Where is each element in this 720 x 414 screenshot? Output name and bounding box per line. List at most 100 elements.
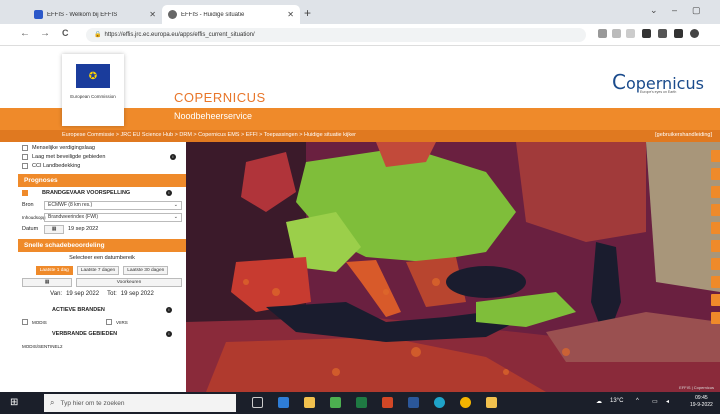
profile-icon[interactable] <box>690 29 699 38</box>
calendar-icon[interactable]: ▦ <box>44 224 64 234</box>
map-tool-button[interactable] <box>711 222 720 234</box>
checkbox[interactable] <box>22 190 28 196</box>
viirs-checkbox[interactable] <box>106 319 112 325</box>
layer-sidebar: Menselijke verdigingslaag Laag met bevei… <box>18 142 186 392</box>
url-field[interactable]: 🔒 https://effis.jrc.ec.europa.eu/apps/eff… <box>86 28 586 42</box>
index-select[interactable]: Brandweerindex (FWI) ⌄ <box>44 212 182 222</box>
range-buttons: Laatste 1 dag Laatste 7 dagen Laatste 30… <box>18 264 186 276</box>
word-icon[interactable] <box>408 397 419 408</box>
fire-danger-map[interactable]: EFFIS | Copernicus <box>186 142 720 392</box>
chevron-down-icon: ⌄ <box>173 201 178 208</box>
tab-title: EFFIS - Huidige situatie <box>181 11 245 18</box>
layer-label: Laag met beveiligde gebieden <box>32 153 106 160</box>
map-tool-button[interactable] <box>711 150 720 162</box>
edge-icon[interactable] <box>434 397 445 408</box>
star-icon[interactable] <box>626 29 635 38</box>
extension-icon[interactable] <box>658 29 667 38</box>
url-text: https://effis.jrc.ec.europa.eu/apps/effi… <box>104 32 255 38</box>
app-icon[interactable] <box>330 397 341 408</box>
effis-favicon-icon <box>168 10 177 19</box>
layer-option[interactable]: Laag met beveiligde gebieden i <box>18 152 186 161</box>
back-icon[interactable]: ← <box>20 28 30 39</box>
modis-checkbox[interactable] <box>22 319 28 325</box>
checkbox[interactable] <box>22 144 28 151</box>
viirs-label: VIIRS <box>116 319 128 325</box>
widgets-icon[interactable] <box>278 397 289 408</box>
info-icon[interactable]: i <box>166 190 172 196</box>
clock-date: 19-9-2022 <box>690 402 713 408</box>
browser-tab-welcome[interactable]: EFFIS - Welkom bij EFFIS ✕ <box>28 5 162 24</box>
last-7-days-button[interactable]: Laatste 7 dagen <box>76 265 120 275</box>
network-icon[interactable]: ▭ <box>652 398 658 405</box>
modis-label: MODIS <box>32 319 47 325</box>
weather-temp[interactable]: 13°C <box>610 398 623 404</box>
section-header-rapid-damage[interactable]: Snelle schadebeoordeling <box>18 239 186 252</box>
date-range-hint: Selecteer een datumbereik <box>18 252 186 264</box>
file-explorer-icon[interactable] <box>304 397 315 408</box>
windows-start-icon[interactable]: ⊞ <box>10 397 22 409</box>
preferences-button[interactable]: Voorkeuren <box>76 277 182 287</box>
page-subtitle: Noodbeheerservice <box>174 111 253 121</box>
active-fires-title: ACTIEVE BRANDEN <box>52 307 105 313</box>
close-tab-icon[interactable]: ✕ <box>287 10 294 19</box>
last-1-day-button[interactable]: Laatste 1 dag <box>35 265 73 275</box>
layer-option[interactable]: Menselijke verdigingslaag <box>18 143 186 152</box>
powerpoint-icon[interactable] <box>382 397 393 408</box>
ec-logo[interactable]: ✪ European Commission <box>62 54 124 126</box>
map-tool-button[interactable] <box>711 312 720 324</box>
forward-icon[interactable]: → <box>40 28 50 39</box>
share-icon[interactable] <box>612 29 621 38</box>
taskbar-clock[interactable]: 09:45 19-9-2022 <box>690 395 713 409</box>
close-tab-icon[interactable]: ✕ <box>149 10 156 19</box>
volume-icon[interactable]: ◂ <box>666 398 669 405</box>
chrome-icon[interactable] <box>460 397 471 408</box>
map-tool-buttons <box>711 150 720 330</box>
fire-danger-forecast-title: BRANDGEVAAR VOORSPELLING <box>42 190 131 196</box>
map-tool-button[interactable] <box>711 186 720 198</box>
maximize-icon[interactable]: ▢ <box>692 5 701 16</box>
map-tool-button[interactable] <box>711 240 720 252</box>
from-label: Van: <box>50 291 63 297</box>
section-header-prognoses[interactable]: Prognoses <box>18 174 186 187</box>
map-tool-button[interactable] <box>711 168 720 180</box>
taskbar-search-input[interactable]: ⌕ Typ hier om te zoeken <box>44 394 236 412</box>
map-tool-button[interactable] <box>711 294 720 306</box>
date-value: 19 sep 2022 <box>68 226 99 232</box>
page-title: COPERNICUS <box>174 90 266 105</box>
folder-icon[interactable] <box>486 397 497 408</box>
extension-icon[interactable] <box>598 29 607 38</box>
task-view-icon[interactable] <box>252 397 263 408</box>
weather-icon[interactable]: ☁ <box>596 398 602 405</box>
index-label: Inhoudsopg <box>22 214 46 220</box>
source-select[interactable]: ECMWF (8 km res.) ⌄ <box>44 200 182 210</box>
sidebar-icon[interactable] <box>674 29 683 38</box>
reload-icon[interactable]: C <box>62 28 69 38</box>
map-tool-button[interactable] <box>711 276 720 288</box>
checkbox[interactable] <box>22 162 28 169</box>
chevron-down-icon[interactable]: ⌄ <box>650 5 658 16</box>
browser-tab-current-situation[interactable]: EFFIS - Huidige situatie ✕ <box>162 5 300 24</box>
checkbox[interactable] <box>22 153 28 160</box>
eu-flag-icon: ✪ <box>76 64 110 88</box>
last-30-days-button[interactable]: Laatste 30 dagen <box>123 265 169 275</box>
minimize-icon[interactable]: – <box>672 5 677 15</box>
user-manual-link[interactable]: [gebruikershandleiding] <box>655 132 712 138</box>
extension-icon[interactable] <box>642 29 651 38</box>
info-icon[interactable]: i <box>166 307 172 313</box>
calendar-icon[interactable]: ▦ <box>22 277 72 287</box>
info-icon[interactable]: i <box>166 331 172 337</box>
map-tool-button[interactable] <box>711 204 720 216</box>
excel-icon[interactable] <box>356 397 367 408</box>
map-tool-button[interactable] <box>711 258 720 270</box>
date-row: Datum ▦ 19 sep 2022 <box>18 223 186 235</box>
windows-taskbar: ⊞ ⌕ Typ hier om te zoeken ☁ 13°C ^ ▭ ◂ 0… <box>0 392 720 414</box>
chevron-down-icon: ⌄ <box>173 213 178 220</box>
plus-icon[interactable]: + <box>304 6 311 20</box>
layer-label: CCI Landbedekking <box>32 162 81 169</box>
range-display: Van: 19 sep 2022 Tot: 19 sep 2022 <box>18 288 186 300</box>
search-icon: ⌕ <box>50 398 55 407</box>
tray-chevron-icon[interactable]: ^ <box>636 398 639 404</box>
info-icon[interactable]: i <box>170 153 176 160</box>
layer-option[interactable]: CCI Landbedekking <box>18 161 186 170</box>
breadcrumb[interactable]: Europese Commissie > JRC EU Science Hub … <box>62 132 356 138</box>
